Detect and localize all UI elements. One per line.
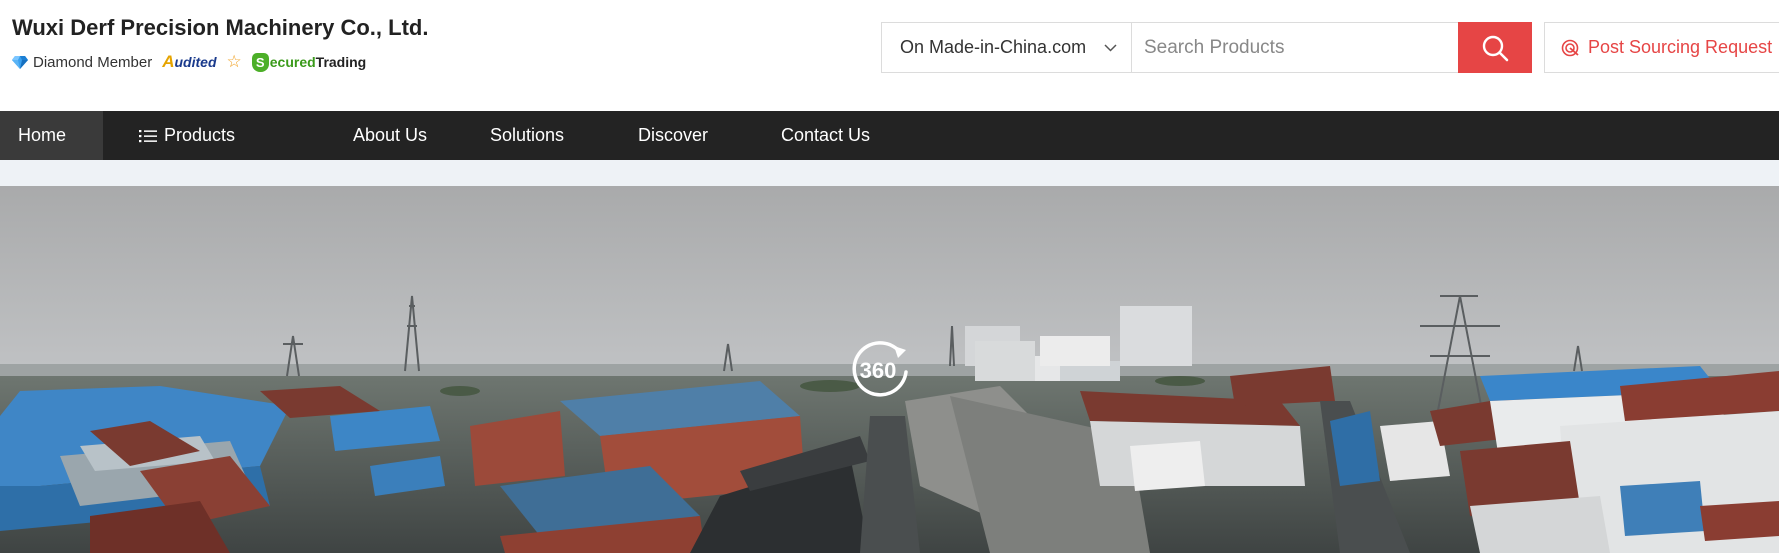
- shield-icon: S: [251, 52, 269, 72]
- post-sourcing-label: Post Sourcing Request: [1588, 37, 1773, 57]
- site-header: Wuxi Derf Precision Machinery Co., Ltd. …: [0, 0, 1779, 111]
- search-input[interactable]: [1132, 23, 1458, 72]
- search-scope-label: On Made-in-China.com: [900, 37, 1087, 57]
- nav-discover-label: Discover: [638, 125, 709, 145]
- nav-item-home[interactable]: Home: [0, 111, 103, 160]
- nav-item-solutions[interactable]: Solutions: [490, 111, 638, 160]
- nav-solutions-label: Solutions: [490, 125, 565, 145]
- audited-badge[interactable]: Audited: [162, 52, 216, 72]
- search-scope-select[interactable]: On Made-in-China.com: [882, 23, 1132, 72]
- audited-mark: A: [162, 52, 175, 71]
- search-button[interactable]: [1458, 22, 1532, 73]
- nav-spacer-strip: [0, 160, 1779, 186]
- search-icon: [1482, 35, 1509, 61]
- nav-item-discover[interactable]: Discover: [638, 111, 781, 160]
- panorama-banner[interactable]: 360: [0, 186, 1779, 553]
- search-bar: On Made-in-China.com: [881, 22, 1532, 73]
- chevron-down-icon: [1104, 43, 1117, 52]
- secured-trading-badge[interactable]: Secured Trading: [251, 52, 367, 72]
- star-icon: ☆: [226, 52, 242, 71]
- list-icon: [139, 129, 157, 142]
- nav-home-label: Home: [18, 125, 67, 145]
- panorama-360-label: 360: [860, 358, 897, 383]
- secured-label: ecured: [269, 54, 316, 70]
- diamond-member-label: Diamond Member: [33, 53, 153, 71]
- nav-item-products[interactable]: Products: [103, 111, 343, 160]
- nav-about-label: About Us: [353, 125, 428, 145]
- nav-item-about-us[interactable]: About Us: [343, 111, 490, 160]
- membership-badges: Diamond Member Audited ☆ Secured Trading: [12, 51, 376, 73]
- diamond-icon: [12, 56, 28, 69]
- nav-contact-label: Contact Us: [781, 125, 871, 145]
- nav-item-contact-us[interactable]: Contact Us: [781, 111, 931, 160]
- panorama-360-icon[interactable]: 360: [848, 338, 912, 402]
- diamond-member-badge[interactable]: Diamond Member: [12, 54, 152, 71]
- audited-label: udited: [174, 54, 217, 70]
- trading-label: Trading: [315, 54, 367, 70]
- post-sourcing-request-button[interactable]: Post Sourcing Request: [1544, 22, 1779, 73]
- main-nav: Home Products About Us Solutions Discove…: [0, 111, 1779, 160]
- star-badge[interactable]: ☆: [227, 52, 242, 72]
- company-name[interactable]: Wuxi Derf Precision Machinery Co., Ltd.: [12, 15, 428, 41]
- target-icon: [1561, 39, 1579, 56]
- nav-products-label: Products: [164, 125, 236, 145]
